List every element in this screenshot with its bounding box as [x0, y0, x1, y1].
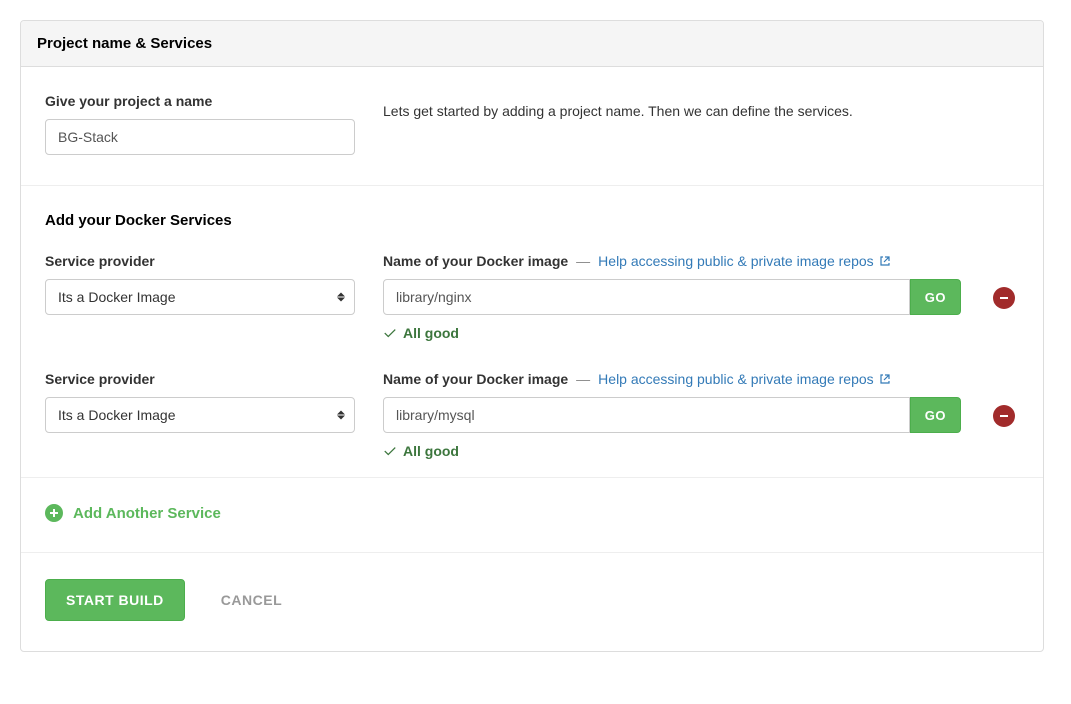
docker-image-label: Name of your Docker image [383, 253, 568, 269]
docker-image-input[interactable] [383, 279, 910, 315]
services-section: Add your Docker Services Service provide… [21, 186, 1043, 478]
panel-footer: START BUILD CANCEL [21, 553, 1043, 651]
external-link-icon [880, 257, 890, 269]
service-provider-label: Service provider [45, 253, 355, 269]
docker-image-input[interactable] [383, 397, 910, 433]
help-link[interactable]: Help accessing public & private image re… [598, 371, 889, 387]
panel-title: Project name & Services [21, 21, 1043, 67]
remove-service-button[interactable] [993, 405, 1015, 427]
service-provider-select[interactable]: Its a Docker Image [45, 397, 355, 433]
project-name-input[interactable] [45, 119, 355, 155]
service-row: Service provider Its a Docker Image Name… [45, 253, 1019, 341]
label-separator: — [576, 371, 590, 387]
services-heading: Add your Docker Services [45, 212, 1019, 229]
service-row: Service provider Its a Docker Image Name… [45, 371, 1019, 459]
status-all-good: All good [383, 443, 961, 459]
help-link[interactable]: Help accessing public & private image re… [598, 253, 889, 269]
cancel-button[interactable]: CANCEL [221, 592, 282, 608]
add-service-section: Add Another Service [21, 478, 1043, 553]
remove-service-button[interactable] [993, 287, 1015, 309]
minus-icon [999, 293, 1009, 303]
minus-icon [999, 411, 1009, 421]
project-services-panel: Project name & Services Give your projec… [20, 20, 1044, 652]
label-separator: — [576, 253, 590, 269]
start-build-button[interactable]: START BUILD [45, 579, 185, 621]
check-icon [383, 326, 397, 340]
plus-circle-icon [45, 504, 63, 522]
project-hint-text: Lets get started by adding a project nam… [383, 93, 853, 122]
service-provider-select[interactable]: Its a Docker Image [45, 279, 355, 315]
status-all-good: All good [383, 325, 961, 341]
check-icon [383, 444, 397, 458]
external-link-icon [880, 375, 890, 387]
project-name-section: Give your project a name Lets get starte… [21, 67, 1043, 186]
add-another-service-link[interactable]: Add Another Service [45, 504, 221, 522]
go-button[interactable]: GO [910, 279, 961, 315]
go-button[interactable]: GO [910, 397, 961, 433]
docker-image-label: Name of your Docker image [383, 371, 568, 387]
project-name-label: Give your project a name [45, 93, 355, 109]
service-provider-label: Service provider [45, 371, 355, 387]
